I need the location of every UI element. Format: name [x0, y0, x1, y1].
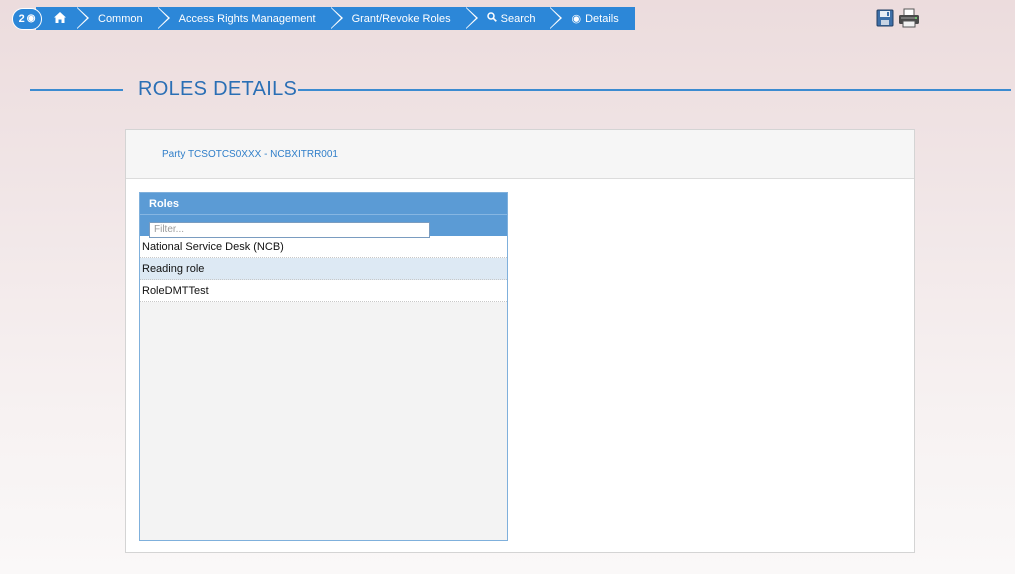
breadcrumb: 2 ◉ Common Access Rights Management Gran… — [12, 7, 635, 30]
breadcrumb-access-rights-management[interactable]: Access Rights Management — [156, 7, 343, 30]
breadcrumb-label: Common — [98, 12, 143, 25]
role-label: National Service Desk (NCB) — [142, 240, 284, 253]
roles-header: Roles — [140, 193, 507, 214]
page-title: ROLES DETAILS — [138, 78, 298, 100]
panel-header: Party TCSOTCS0XXX - NCBXITRR001 — [126, 130, 914, 179]
title-rule-left — [30, 89, 123, 91]
roles-list: Roles National Service Desk (NCB) Readin… — [139, 192, 508, 541]
breadcrumb-grant-revoke-roles[interactable]: Grant/Revoke Roles — [329, 7, 478, 30]
toolbar — [874, 8, 920, 28]
list-item[interactable]: Reading role — [140, 258, 507, 280]
list-item[interactable]: RoleDMTTest — [140, 280, 507, 302]
list-item[interactable]: National Service Desk (NCB) — [140, 236, 507, 258]
history-counter[interactable]: 2 ◉ — [12, 7, 42, 30]
breadcrumb-label: Search — [500, 12, 536, 25]
breadcrumb-home[interactable] — [36, 7, 89, 30]
details-panel: Party TCSOTCS0XXX - NCBXITRR001 Roles Na… — [125, 129, 915, 553]
breadcrumb-label: Details — [585, 12, 619, 25]
party-label: Party TCSOTCS0XXX - NCBXITRR001 — [162, 148, 338, 160]
breadcrumb-label: Access Rights Management — [178, 12, 316, 25]
save-icon[interactable] — [874, 8, 896, 28]
print-icon[interactable] — [898, 8, 920, 28]
history-count: 2 — [18, 12, 25, 25]
title-rule-right — [298, 89, 1011, 91]
role-label: RoleDMTTest — [142, 284, 209, 297]
eye-icon: ◉ — [26, 13, 36, 24]
role-label: Reading role — [142, 262, 205, 275]
filter-row — [140, 214, 507, 238]
eye-icon: ◉ — [571, 13, 582, 25]
home-icon — [54, 11, 66, 26]
search-icon — [486, 12, 497, 25]
breadcrumb-label: Grant/Revoke Roles — [351, 12, 451, 25]
filter-input[interactable] — [149, 221, 430, 238]
